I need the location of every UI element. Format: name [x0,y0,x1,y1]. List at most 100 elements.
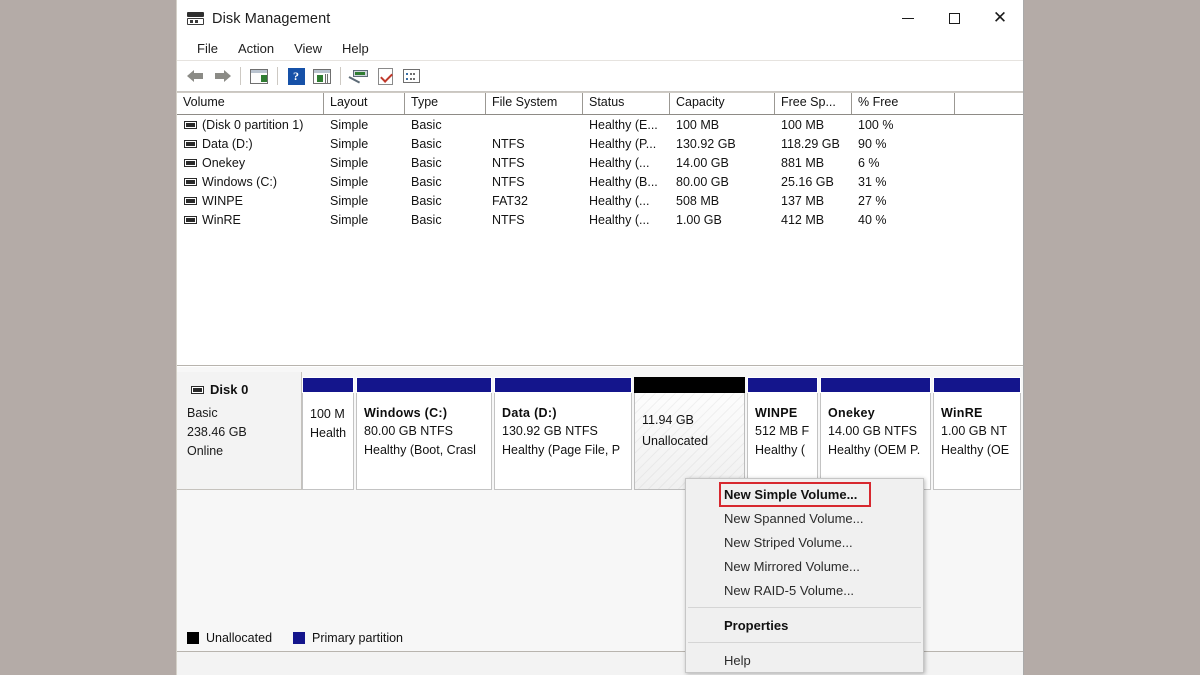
table-row[interactable]: WinRE Simple Basic NTFS Healthy (... 1.0… [177,210,1023,229]
disk-icon [191,386,204,394]
cell-percent-free: 31 % [852,175,955,189]
column-header-percent-free[interactable]: % Free [852,93,955,114]
table-row[interactable]: WINPE Simple Basic FAT32 Healthy (... 50… [177,191,1023,210]
partition-color-bar [356,377,492,393]
partition-status: Healthy (Boot, Crasl [364,441,491,460]
show-hide-action-pane-button[interactable] [309,64,335,88]
cell-type: Basic [405,156,486,170]
partition-name: Data (D:) [502,405,631,422]
partition-body: Windows (C:) 80.00 GB NTFS Healthy (Boot… [356,393,492,490]
column-header-type[interactable]: Type [405,93,486,114]
partition-status: Healthy ( [755,441,817,460]
partition-status: Healthy (OE [941,441,1020,460]
cell-layout: Simple [324,156,405,170]
partition-block-recovery[interactable]: 100 M Health [302,377,354,490]
properties-button[interactable] [372,64,398,88]
partition-body: Data (D:) 130.92 GB NTFS Healthy (Page F… [494,393,632,490]
table-row[interactable]: Data (D:) Simple Basic NTFS Healthy (P..… [177,134,1023,153]
cell-percent-free: 27 % [852,194,955,208]
partition-body: 100 M Health [302,393,354,490]
context-menu-item-help[interactable]: Help [686,648,923,672]
volume-icon [184,216,197,224]
cell-type: Basic [405,194,486,208]
context-menu-item-new-spanned-volume[interactable]: New Spanned Volume... [686,506,923,530]
context-menu-item-properties[interactable]: Properties [686,613,923,637]
toolbar-separator [277,67,278,85]
disk-title: Disk 0 [187,382,301,397]
title-bar-left: Disk Management [177,11,330,27]
context-menu-separator [688,607,921,608]
cell-volume-label: Data (D:) [202,137,253,151]
disk-type: Basic [187,404,301,423]
legend-swatch-unallocated [187,632,199,644]
cell-volume-label: Onekey [202,156,245,170]
cell-percent-free: 6 % [852,156,955,170]
minimize-button[interactable] [885,0,931,37]
partition-block-windows-c[interactable]: Windows (C:) 80.00 GB NTFS Healthy (Boot… [356,377,492,490]
show-hide-console-tree-button[interactable] [246,64,272,88]
context-menu-item-new-raid5-volume[interactable]: New RAID-5 Volume... [686,578,923,602]
cell-free-space: 118.29 GB [775,137,852,151]
menu-item-action[interactable]: Action [228,39,284,58]
context-menu: New Simple Volume... New Spanned Volume.… [685,478,924,673]
partition-size-fs: 14.00 GB NTFS [828,422,930,441]
column-header-free-space[interactable]: Free Sp... [775,93,852,114]
cell-percent-free: 90 % [852,137,955,151]
partition-block-unallocated[interactable]: 11.94 GB Unallocated [634,377,745,490]
partition-block-winpe[interactable]: WINPE 512 MB F Healthy ( [747,377,818,490]
cell-status: Healthy (... [583,213,670,227]
context-menu-item-new-simple-volume[interactable]: New Simple Volume... [686,482,923,506]
properties-icon [378,68,393,85]
maximize-icon [949,13,960,24]
column-header-status[interactable]: Status [583,93,670,114]
cell-status: Healthy (... [583,156,670,170]
table-row[interactable]: (Disk 0 partition 1) Simple Basic Health… [177,115,1023,134]
partition-size-fs: 130.92 GB NTFS [502,422,631,441]
cell-capacity: 508 MB [670,194,775,208]
cell-percent-free: 100 % [852,118,955,132]
partition-body: WinRE 1.00 GB NT Healthy (OE [933,393,1021,490]
column-header-file-system[interactable]: File System [486,93,583,114]
list-view-button[interactable] [398,64,424,88]
back-button[interactable] [183,64,209,88]
menu-item-file[interactable]: File [187,39,228,58]
disk-info-panel[interactable]: Disk 0 Basic 238.46 GB Online [177,372,302,490]
help-button[interactable]: ? [283,64,309,88]
menu-item-help[interactable]: Help [332,39,379,58]
cell-file-system: NTFS [486,156,583,170]
menu-item-view[interactable]: View [284,39,332,58]
column-header-volume[interactable]: Volume [177,93,324,114]
table-row[interactable]: Windows (C:) Simple Basic NTFS Healthy (… [177,172,1023,191]
table-row[interactable]: Onekey Simple Basic NTFS Healthy (... 14… [177,153,1023,172]
partition-color-bar [634,377,745,393]
close-button[interactable]: ✕ [977,0,1023,37]
context-menu-item-new-striped-volume[interactable]: New Striped Volume... [686,530,923,554]
legend: Unallocated Primary partition [187,631,403,645]
partition-block-winre[interactable]: WinRE 1.00 GB NT Healthy (OE [933,377,1021,490]
cell-capacity: 1.00 GB [670,213,775,227]
volume-icon [184,140,197,148]
disk-row-0: Disk 0 Basic 238.46 GB Online 100 M Heal… [177,372,1023,490]
cell-free-space: 137 MB [775,194,852,208]
cell-status: Healthy (P... [583,137,670,151]
rescan-disks-button[interactable] [346,64,372,88]
partition-block-data-d[interactable]: Data (D:) 130.92 GB NTFS Healthy (Page F… [494,377,632,490]
list-view-icon [403,69,420,83]
volume-list-body: (Disk 0 partition 1) Simple Basic Health… [177,115,1023,365]
column-header-layout[interactable]: Layout [324,93,405,114]
cell-status: Healthy (... [583,194,670,208]
close-icon: ✕ [993,10,1007,27]
cell-free-space: 100 MB [775,118,852,132]
cell-layout: Simple [324,175,405,189]
context-menu-item-new-mirrored-volume[interactable]: New Mirrored Volume... [686,554,923,578]
partition-body: Onekey 14.00 GB NTFS Healthy (OEM P. [820,393,931,490]
partition-status: Unallocated [642,431,744,452]
cell-volume: Windows (C:) [177,175,324,189]
forward-button[interactable] [209,64,235,88]
column-header-capacity[interactable]: Capacity [670,93,775,114]
maximize-button[interactable] [931,0,977,37]
volume-icon [184,178,197,186]
partition-block-onekey[interactable]: Onekey 14.00 GB NTFS Healthy (OEM P. [820,377,931,490]
disk-state: Online [187,442,301,461]
cell-type: Basic [405,137,486,151]
